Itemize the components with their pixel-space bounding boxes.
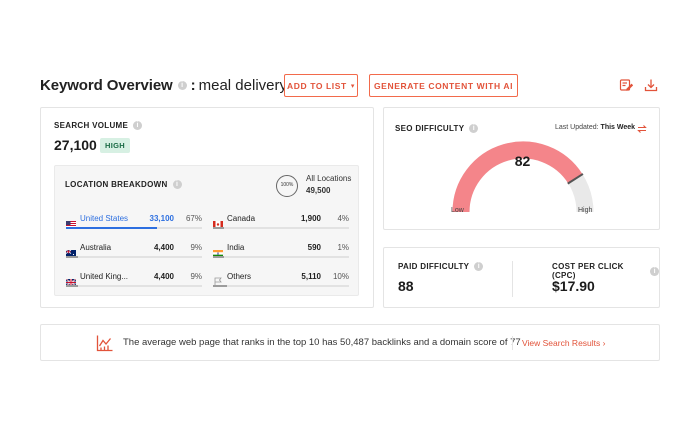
- location-share: 9%: [190, 272, 202, 281]
- location-name: Canada: [227, 214, 256, 223]
- generate-content-label: GENERATE CONTENT WITH AI: [373, 80, 514, 91]
- share-bar: [213, 285, 349, 287]
- gauge-high-label: High: [578, 207, 593, 214]
- location-volume: 4,400: [153, 243, 174, 252]
- info-icon[interactable]: i: [474, 262, 484, 271]
- last-updated-value: This Week: [600, 124, 636, 131]
- keyword-text: meal delivery: [198, 77, 287, 94]
- seo-difficulty-card: SEO DIFFICULTY i Last Updated: This Week…: [383, 107, 660, 230]
- share-bar-fill: [213, 227, 224, 229]
- gauge-low-label: Low: [451, 207, 464, 214]
- location-volume: 590: [307, 243, 321, 252]
- location-row[interactable]: Others 5,110 10%: [213, 272, 349, 292]
- location-name: United States: [80, 214, 129, 223]
- paid-difficulty-value: 88: [398, 278, 414, 294]
- insight-bar: The average web page that ranks in the t…: [40, 324, 660, 361]
- volume-level-badge: HIGH: [100, 138, 130, 153]
- location-row[interactable]: United States 33,100 67%: [66, 214, 202, 234]
- last-updated: Last Updated: This Week: [555, 124, 635, 131]
- refresh-icon[interactable]: [636, 122, 648, 134]
- share-bar-fill: [66, 285, 79, 287]
- add-to-list-button[interactable]: ADD TO LIST ▾: [284, 74, 358, 97]
- download-icon[interactable]: [644, 78, 658, 92]
- location-share: 9%: [190, 243, 202, 252]
- search-volume-heading: SEARCH VOLUME i: [54, 121, 143, 130]
- location-breakdown-heading: LOCATION BREAKDOWN i: [65, 180, 182, 189]
- location-row[interactable]: United King... 4,400 9%: [65, 272, 202, 292]
- location-breakdown-label: LOCATION BREAKDOWN: [65, 180, 168, 189]
- share-bar: [213, 227, 349, 229]
- page-header: Keyword Overview i : meal delivery: [40, 77, 287, 94]
- info-icon[interactable]: i: [469, 124, 479, 133]
- chevron-down-icon: ▾: [350, 82, 355, 90]
- uk-flag-icon: [65, 273, 77, 287]
- title-colon: :: [190, 77, 196, 94]
- location-volume: 5,110: [301, 272, 321, 281]
- cpc-value: $17.90: [552, 278, 595, 294]
- info-icon[interactable]: i: [133, 121, 143, 130]
- seo-difficulty-heading: SEO DIFFICULTY i: [395, 124, 479, 133]
- share-bar: [66, 285, 202, 287]
- location-share: 4%: [337, 214, 349, 223]
- location-row[interactable]: Australia 4,400 9%: [65, 243, 202, 263]
- seo-difficulty-value: 82: [514, 153, 531, 169]
- paid-difficulty-label: PAID DIFFICULTY: [398, 262, 470, 271]
- location-share: 1%: [337, 243, 349, 252]
- difficulty-gauge: [452, 141, 594, 213]
- search-volume-card: SEARCH VOLUME i 27,100 HIGH LOCATION BRE…: [40, 107, 374, 308]
- location-name: United King...: [80, 272, 129, 281]
- share-bar: [213, 256, 349, 258]
- add-to-list-label: ADD TO LIST: [287, 80, 347, 91]
- flag-outline-icon: [213, 273, 223, 286]
- divider: [512, 336, 513, 350]
- search-volume-value: 27,100: [54, 137, 97, 153]
- all-locations-label: All Locations: [306, 174, 352, 183]
- seo-difficulty-label: SEO DIFFICULTY: [395, 124, 465, 133]
- paid-difficulty-heading: PAID DIFFICULTY i: [398, 262, 484, 271]
- us-flag-icon: [66, 215, 76, 228]
- paid-metrics-card: PAID DIFFICULTY i 88 COST PER CLICK (CPC…: [383, 247, 660, 308]
- last-updated-label: Last Updated:: [555, 124, 599, 131]
- view-search-results-link[interactable]: View Search Results ›: [522, 338, 605, 348]
- location-row[interactable]: India 590 1%: [213, 243, 349, 263]
- info-icon[interactable]: i: [177, 81, 187, 90]
- location-volume: 1,900: [300, 214, 321, 223]
- share-bar-fill: [213, 256, 224, 258]
- ca-flag-icon: [213, 215, 223, 228]
- location-name: Others: [227, 272, 252, 281]
- location-name: India: [227, 243, 245, 252]
- page-title: Keyword Overview: [40, 77, 173, 94]
- location-breakdown: LOCATION BREAKDOWN i 100% All Locations …: [54, 165, 359, 296]
- location-row[interactable]: Canada 1,900 4%: [213, 214, 349, 234]
- search-volume-label: SEARCH VOLUME: [54, 121, 129, 130]
- share-bar: [66, 227, 202, 229]
- location-volume: 33,100: [149, 214, 174, 223]
- edit-report-icon[interactable]: [619, 78, 634, 92]
- all-locations-value: 49,500: [306, 186, 331, 195]
- divider: [512, 261, 513, 297]
- insight-text: The average web page that ranks in the t…: [123, 337, 521, 348]
- share-bar: [66, 256, 202, 258]
- generate-content-button[interactable]: GENERATE CONTENT WITH AI: [369, 74, 518, 97]
- location-share: 10%: [332, 272, 349, 281]
- share-bar-fill: [66, 227, 158, 229]
- in-flag-icon: [213, 244, 223, 257]
- info-icon[interactable]: i: [650, 266, 659, 276]
- share-bar-fill: [66, 256, 79, 258]
- au-flag-icon: [65, 244, 76, 257]
- location-volume: 4,400: [153, 272, 174, 281]
- coverage-ring: 100%: [276, 175, 298, 197]
- location-share: 67%: [185, 214, 202, 223]
- share-bar-fill: [213, 285, 227, 287]
- location-name: Australia: [80, 243, 112, 252]
- info-icon[interactable]: i: [172, 180, 182, 189]
- trend-chart-icon: [96, 334, 114, 352]
